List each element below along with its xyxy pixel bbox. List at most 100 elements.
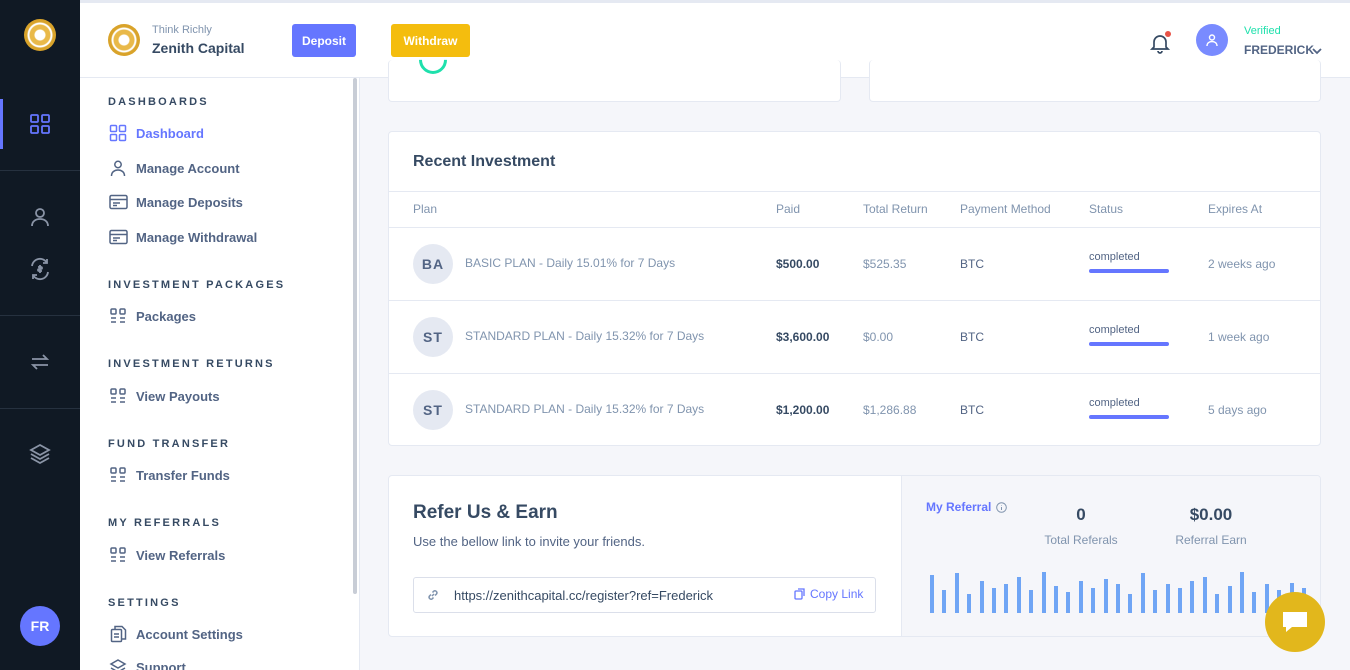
col-header-status: Status <box>1089 202 1124 216</box>
referral-bar <box>992 588 996 613</box>
col-header-expires-at: Expires At <box>1208 202 1263 216</box>
sidebar-item-view-payouts[interactable]: View Payouts <box>108 385 220 407</box>
referral-url[interactable]: https://zenithcapital.cc/register?ref=Fr… <box>454 588 713 603</box>
brand-name[interactable]: Zenith Capital <box>152 40 245 56</box>
chat-icon <box>1283 612 1307 632</box>
referral-bar <box>979 581 984 613</box>
rail-dashboard[interactable] <box>0 99 80 149</box>
payment-method: BTC <box>960 330 984 344</box>
sidebar-item-label: Transfer Funds <box>136 467 230 483</box>
status-text: completed <box>1089 397 1140 409</box>
chevron-down-icon[interactable] <box>1312 47 1322 55</box>
layers-icon <box>29 443 51 465</box>
refer-title: Refer Us & Earn <box>413 502 558 523</box>
menu-heading-dashboards: DASHBOARDS <box>108 96 209 108</box>
sidebar-item-label: Manage Account <box>136 160 240 176</box>
menu-heading-investment-packages: INVESTMENT PACKAGES <box>108 279 286 291</box>
rail-avatar[interactable]: FR <box>20 606 60 646</box>
referral-bar <box>1240 572 1244 613</box>
paid-amount: $3,600.00 <box>776 330 830 344</box>
sidebar-item-support[interactable]: Support <box>108 656 186 670</box>
exchange-icon <box>31 257 49 281</box>
sidebar-item-packages[interactable]: Packages <box>108 305 196 327</box>
plan-badge: ST <box>413 390 453 430</box>
total-referrals-label: Total Referals <box>1044 533 1118 547</box>
sidebar-item-label: View Referrals <box>136 547 226 563</box>
sidebar-item-label: Dashboard <box>136 125 204 141</box>
brand-logo-icon[interactable] <box>24 19 56 51</box>
referral-bar <box>1016 577 1021 613</box>
rail-transfer[interactable] <box>0 337 80 387</box>
sidebar-item-manage-account[interactable]: Manage Account <box>108 157 240 179</box>
rail-account[interactable] <box>0 192 80 242</box>
sidebar-item-manage-withdrawal[interactable]: Manage Withdrawal <box>108 226 257 248</box>
sidebar-item-label: Account Settings <box>136 626 243 642</box>
card-icon <box>108 227 128 247</box>
referral-bar <box>1165 584 1170 613</box>
referral-bar-chart <box>930 571 1306 613</box>
info-icon[interactable] <box>996 501 1008 513</box>
plan-badge: BA <box>413 244 453 284</box>
sidebar-item-view-referrals[interactable]: View Referrals <box>108 544 225 566</box>
referral-bar <box>1190 581 1195 613</box>
user-name[interactable]: FREDERICK <box>1244 43 1314 57</box>
copy-link-button[interactable]: Copy Link <box>794 587 863 601</box>
referral-bar <box>1178 588 1182 613</box>
grid-icon <box>108 386 128 406</box>
expires-at: 5 days ago <box>1208 403 1267 417</box>
plan-name: STANDARD PLAN - Daily 15.32% for 7 Days <box>465 402 705 416</box>
user-icon <box>1206 34 1218 47</box>
chat-button[interactable] <box>1265 592 1325 652</box>
col-header-paid: Paid <box>776 202 801 216</box>
user-icon <box>108 158 128 178</box>
sidebar-item-label: Support <box>136 659 186 670</box>
col-header-total-return: Total Return <box>863 202 928 216</box>
referral-bar <box>1041 572 1046 613</box>
layers-icon <box>108 657 128 670</box>
deposit-button[interactable]: Deposit <box>292 24 356 57</box>
referral-bar <box>1227 586 1232 613</box>
referral-bar <box>1202 577 1207 613</box>
my-referral-link[interactable]: My Referral <box>926 500 1008 514</box>
sidebar-scrollbar[interactable] <box>353 78 357 594</box>
referral-link-field[interactable]: https://zenithcapital.cc/register?ref=Fr… <box>413 577 876 613</box>
refer-subtitle: Use the bellow link to invite your frien… <box>413 534 645 549</box>
user-status: Verified <box>1244 25 1281 37</box>
plan-badge: ST <box>413 317 453 357</box>
referral-bar <box>967 594 972 613</box>
referral-bar <box>1054 586 1058 613</box>
grid-icon <box>108 545 128 565</box>
dashboard-icon <box>30 114 50 134</box>
card-icon <box>108 192 128 212</box>
brand-logo-icon[interactable] <box>108 24 140 56</box>
user-avatar[interactable] <box>1196 24 1228 56</box>
rail-exchange[interactable] <box>0 244 80 294</box>
paid-amount: $500.00 <box>776 257 820 271</box>
sidebar-item-account-settings[interactable]: Account Settings <box>108 623 243 645</box>
referral-bar <box>1140 573 1145 613</box>
referral-bar <box>1215 594 1220 613</box>
dashboard-icon <box>108 123 128 143</box>
brand-tagline: Think Richly <box>152 24 212 36</box>
status-text: completed <box>1089 251 1140 263</box>
table-row[interactable]: ST STANDARD PLAN - Daily 15.32% for 7 Da… <box>389 301 1320 374</box>
card-title: Recent Investment <box>413 153 556 170</box>
sidebar-item-manage-deposits[interactable]: Manage Deposits <box>108 191 243 213</box>
sidebar-item-dashboard[interactable]: Dashboard <box>108 122 204 144</box>
referral-earn-value: $0.00 <box>1189 505 1233 524</box>
referral-bar <box>942 590 947 613</box>
table-row[interactable]: ST STANDARD PLAN - Daily 15.32% for 7 Da… <box>389 374 1320 447</box>
referral-bar <box>1153 590 1158 613</box>
status-bar <box>1089 342 1169 346</box>
stat-card <box>388 40 841 102</box>
table-row[interactable]: BA BASIC PLAN - Daily 15.01% for 7 Days … <box>389 228 1320 301</box>
refer-panel: Refer Us & Earn Use the bellow link to i… <box>389 476 901 636</box>
rail-layers[interactable] <box>0 429 80 479</box>
user-icon <box>31 208 49 227</box>
referral-stats-panel: My Referral 0 Total Referals $0.00 Refer… <box>901 476 1320 636</box>
payment-method: BTC <box>960 403 984 417</box>
paid-amount: $1,200.00 <box>776 403 830 417</box>
sidebar-item-transfer-funds[interactable]: Transfer Funds <box>108 464 230 486</box>
recent-investment-card: Recent Investment Plan Paid Total Return… <box>388 131 1321 446</box>
notification-dot <box>1165 31 1171 37</box>
